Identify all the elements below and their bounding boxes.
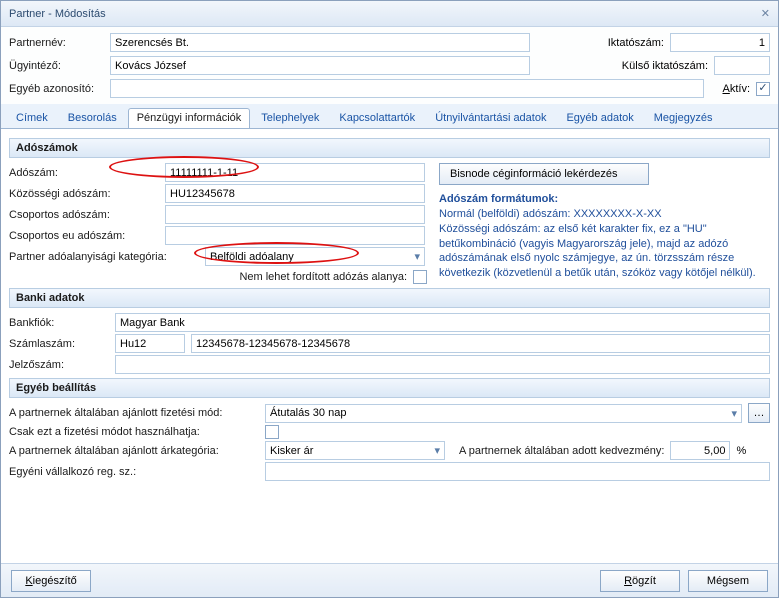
window-title: Partner - Módosítás: [9, 8, 106, 20]
header-form: Partnernév: Iktatószám: Ügyintéző: Külső…: [1, 27, 778, 104]
percent-label: %: [736, 445, 746, 457]
kulso-iktatoszam-input[interactable]: [714, 56, 770, 75]
megsem-button[interactable]: Mégsem: [688, 570, 768, 592]
kategoria-value: Belföldi adóalany: [210, 251, 294, 263]
close-icon[interactable]: ✕: [761, 7, 770, 20]
tab-content: Adószámok Adószám: Közösségi adószám: Cs…: [1, 129, 778, 559]
section-adoszamok: Adószámok: [9, 138, 770, 158]
szamlaszam-prefix-input[interactable]: [115, 334, 185, 353]
csoportos-eu-input[interactable]: [165, 226, 425, 245]
egyeni-label: Egyéni vállalkozó reg. sz.:: [9, 466, 259, 478]
partner-name-input[interactable]: [110, 33, 530, 52]
fizmod-value: Átutalás 30 nap: [270, 407, 346, 419]
jelzoszam-label: Jelzőszám:: [9, 359, 109, 371]
section-egyeb: Egyéb beállítás: [9, 378, 770, 398]
section-bank: Banki adatok: [9, 288, 770, 308]
tab-kapcsolattartok[interactable]: Kapcsolattartók: [330, 108, 424, 128]
tab-besorolas[interactable]: Besorolás: [59, 108, 126, 128]
szamlaszam-label: Számlaszám:: [9, 338, 109, 350]
csak-ezt-label: Csak ezt a fizetési módot használhatja:: [9, 426, 259, 438]
szamlaszam-input[interactable]: [191, 334, 770, 353]
bankfiok-label: Bankfiók:: [9, 317, 109, 329]
arkategoria-value: Kisker ár: [270, 445, 313, 457]
titlebar: Partner - Módosítás ✕: [1, 1, 778, 27]
jelzoszam-input[interactable]: [115, 355, 770, 374]
iktatoszam-label: Iktatószám:: [608, 37, 664, 49]
footer: KKiegészítőiegészítő RögzítRögzít Mégsem: [1, 563, 778, 597]
kiegeszito-button[interactable]: KKiegészítőiegészítő: [11, 570, 91, 592]
egyeni-input[interactable]: [265, 462, 770, 481]
aktiv-checkbox[interactable]: [756, 82, 770, 96]
kategoria-label: Partner adóalanyisági kategória:: [9, 251, 199, 263]
partner-name-label: Partnernév:: [9, 37, 104, 49]
tab-cimek[interactable]: Címek: [7, 108, 57, 128]
ellipsis-icon: …: [754, 407, 765, 419]
tab-megjegyzes[interactable]: Megjegyzés: [645, 108, 722, 128]
kozossegi-label: Közösségi adószám:: [9, 188, 159, 200]
forditott-adozas-label: Nem lehet fordított adózás alanya:: [239, 271, 407, 283]
ugyintezo-input[interactable]: [110, 56, 530, 75]
bisnode-button[interactable]: Bisnode céginformáció lekérdezés: [439, 163, 649, 185]
tab-telephelyek[interactable]: Telephelyek: [252, 108, 328, 128]
tab-penzugyi[interactable]: Pénzügyi információk: [128, 108, 251, 128]
fizmod-label: A partnernek általában ajánlott fizetési…: [9, 407, 259, 419]
kedvezmeny-label: A partnernek általában adott kedvezmény:: [459, 445, 664, 457]
arkategoria-label: A partnernek általában ajánlott árkategó…: [9, 445, 259, 457]
adoszam-info: Adószám formátumok: Normál (belföldi) ad…: [439, 192, 770, 281]
ugyintezo-label: Ügyintéző:: [9, 60, 104, 72]
aktiv-label: Aktív:: [710, 83, 750, 95]
csak-ezt-checkbox[interactable]: [265, 425, 279, 439]
partner-edit-window: Partner - Módosítás ✕ Partnernév: Iktató…: [0, 0, 779, 598]
csoportos-label: Csoportos adószám:: [9, 209, 159, 221]
arkategoria-select[interactable]: Kisker ár ▾: [265, 441, 445, 460]
kozossegi-input[interactable]: [165, 184, 425, 203]
csoportos-eu-label: Csoportos eu adószám:: [9, 230, 159, 242]
egyeb-azonosito-label: Egyéb azonosító:: [9, 83, 104, 95]
rogzit-button[interactable]: RögzítRögzít: [600, 570, 680, 592]
adoszam-label: Adószám:: [9, 167, 159, 179]
tab-utnyilvantartasi[interactable]: Útnyilvántartási adatok: [426, 108, 555, 128]
forditott-adozas-checkbox[interactable]: [413, 270, 427, 284]
csoportos-input[interactable]: [165, 205, 425, 224]
chevron-down-icon: ▾: [731, 407, 737, 420]
adoszam-input[interactable]: [165, 163, 425, 182]
chevron-down-icon: ▾: [414, 250, 420, 263]
chevron-down-icon: ▾: [434, 444, 440, 457]
tab-egyeb-adatok[interactable]: Egyéb adatok: [557, 108, 642, 128]
kedvezmeny-input[interactable]: [670, 441, 730, 460]
tabstrip: Címek Besorolás Pénzügyi információk Tel…: [1, 104, 778, 129]
egyeb-azonosito-input[interactable]: [110, 79, 704, 98]
iktatoszam-input[interactable]: [670, 33, 770, 52]
fizmod-select[interactable]: Átutalás 30 nap ▾: [265, 404, 742, 423]
kategoria-select[interactable]: Belföldi adóalany ▾: [205, 247, 425, 266]
adoszamok-right: Bisnode céginformáció lekérdezés Adószám…: [439, 162, 770, 285]
info-line-2: Közösségi adószám: az első két karakter …: [439, 222, 770, 281]
info-line-1: Normál (belföldi) adószám: XXXXXXXX-X-XX: [439, 207, 770, 222]
bankfiok-input[interactable]: [115, 313, 770, 332]
info-heading: Adószám formátumok:: [439, 192, 770, 207]
kulso-iktatoszam-label: Külső iktatószám:: [622, 60, 708, 72]
fizmod-more-button[interactable]: …: [748, 403, 770, 423]
adoszamok-left: Adószám: Közösségi adószám: Csoportos ad…: [9, 162, 429, 285]
